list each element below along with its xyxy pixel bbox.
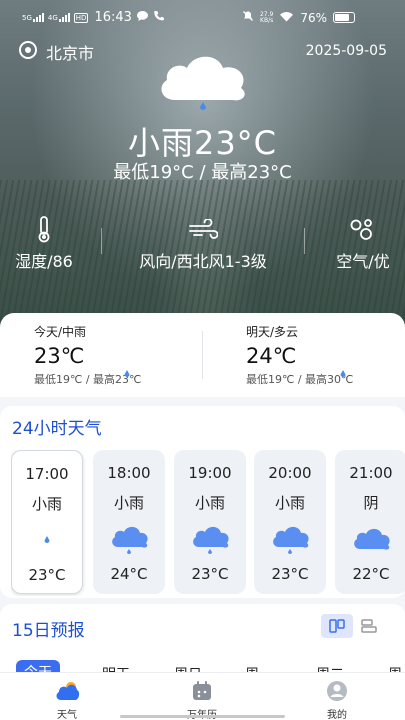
card-divider bbox=[202, 331, 203, 379]
calendar-icon bbox=[162, 679, 242, 703]
hour-time: 21:00 bbox=[349, 464, 393, 482]
metric-divider bbox=[101, 228, 102, 254]
signal-4g-icon: 4G bbox=[48, 13, 70, 22]
hour-condition: 小雨 bbox=[113, 494, 144, 512]
hour-time: 17:00 bbox=[25, 465, 69, 483]
hourly-list[interactable]: 17:00 小雨 23°C 18:00 小雨 24°C 19:00 小雨 23°… bbox=[11, 450, 405, 596]
wind-metric: 风向/西北风1-3级 bbox=[120, 214, 286, 272]
weather-icon bbox=[27, 679, 107, 703]
cloud-rain-icon bbox=[93, 519, 165, 559]
today-summary[interactable]: 今天/中雨 23℃ 最低19℃ / 最高23℃ bbox=[34, 323, 184, 387]
today-temp: 23℃ bbox=[34, 344, 85, 368]
city-name: 北京市 bbox=[46, 44, 95, 63]
rain-drop-icon bbox=[124, 363, 130, 382]
humidity-label: 湿度/86 bbox=[15, 252, 73, 271]
battery-icon bbox=[333, 12, 355, 23]
speed-unit: KB/s bbox=[260, 16, 274, 24]
hd-badge: HD bbox=[73, 12, 89, 23]
wind-label: 风向/西北风1-3级 bbox=[139, 252, 267, 271]
hour-temp: 23°C bbox=[191, 565, 229, 583]
list-view-button[interactable] bbox=[353, 614, 385, 638]
air-quality-metric: 空气/优 bbox=[326, 214, 400, 272]
wifi-icon bbox=[279, 11, 294, 25]
battery-percent: 76% bbox=[300, 10, 327, 25]
today-label: 今天/中雨 bbox=[34, 325, 87, 339]
hour-card[interactable]: 21:00 阴 22°C bbox=[335, 450, 405, 594]
hour-temp: 23°C bbox=[28, 566, 66, 584]
rain-drop-icon bbox=[12, 520, 82, 560]
hour-card[interactable]: 17:00 小雨 23°C bbox=[11, 450, 83, 594]
bottom-nav: 天气 万年历 我的 bbox=[0, 672, 405, 720]
wind-icon bbox=[120, 214, 286, 244]
location-pin-icon bbox=[18, 40, 38, 64]
nav-label: 天气 bbox=[57, 710, 77, 720]
network-speed: 27.9 KB/s bbox=[260, 11, 274, 24]
today-range: 最低19℃ / 最高23℃ bbox=[34, 373, 142, 386]
cloud-rain-icon bbox=[153, 50, 253, 112]
hour-time: 19:00 bbox=[188, 464, 232, 482]
nav-profile[interactable]: 我的 bbox=[297, 679, 377, 720]
daily-title: 15日预报 bbox=[12, 621, 85, 641]
hour-time: 18:00 bbox=[107, 464, 151, 482]
message-icon bbox=[136, 10, 149, 25]
signal-5g-icon: 5G bbox=[22, 13, 44, 22]
humidity-metric: 湿度/86 bbox=[6, 214, 82, 272]
cloud-icon bbox=[335, 519, 405, 559]
tomorrow-label: 明天/多云 bbox=[246, 325, 299, 339]
hour-time: 20:00 bbox=[268, 464, 312, 482]
hour-temp: 23°C bbox=[271, 565, 309, 583]
cloud-rain-icon bbox=[174, 519, 246, 559]
home-indicator[interactable] bbox=[120, 715, 285, 718]
hourly-forecast-section: 24小时天气 17:00 小雨 23°C 18:00 小雨 24°C 19:00… bbox=[0, 406, 405, 598]
air-quality-icon bbox=[326, 214, 400, 244]
hour-temp: 22°C bbox=[352, 565, 390, 583]
location-selector[interactable]: 北京市 bbox=[18, 40, 94, 64]
tomorrow-summary[interactable]: 明天/多云 24℃ 最低19℃ / 最高30℃ bbox=[246, 323, 396, 387]
hourly-title: 24小时天气 bbox=[12, 419, 102, 439]
net-type-1: 5G bbox=[22, 14, 32, 22]
hour-card[interactable]: 19:00 小雨 23°C bbox=[174, 450, 246, 594]
hour-condition: 小雨 bbox=[274, 494, 305, 512]
air-quality-label: 空气/优 bbox=[336, 252, 390, 271]
cloud-rain-icon bbox=[254, 519, 326, 559]
net-type-2: 4G bbox=[47, 14, 58, 22]
mute-icon bbox=[242, 10, 254, 25]
hour-card[interactable]: 18:00 小雨 24°C bbox=[93, 450, 165, 594]
column-view-button[interactable] bbox=[321, 614, 353, 638]
nav-calendar[interactable]: 万年历 bbox=[162, 679, 242, 720]
profile-icon bbox=[297, 679, 377, 703]
hour-card[interactable]: 20:00 小雨 23°C bbox=[254, 450, 326, 594]
weather-hero: 5G 4G HD 16:43 27.9 KB/s 76% 北京市 2025-09… bbox=[0, 0, 405, 330]
tomorrow-temp: 24℃ bbox=[246, 344, 297, 368]
hour-condition: 阴 bbox=[363, 494, 379, 512]
status-time: 16:43 bbox=[94, 10, 132, 25]
nav-label: 我的 bbox=[327, 710, 347, 720]
hour-condition: 小雨 bbox=[31, 495, 62, 513]
today-tomorrow-card: 今天/中雨 23℃ 最低19℃ / 最高23℃ 明天/多云 24℃ 最低19℃ … bbox=[0, 313, 405, 397]
hour-temp: 24°C bbox=[110, 565, 148, 583]
current-temp-range: 最低19°C / 最高23°C bbox=[113, 162, 292, 183]
hour-condition: 小雨 bbox=[194, 494, 225, 512]
metric-divider bbox=[304, 228, 305, 254]
view-toggle[interactable] bbox=[321, 614, 385, 638]
thermometer-icon bbox=[6, 214, 82, 244]
tomorrow-range: 最低19℃ / 最高30℃ bbox=[246, 373, 354, 386]
phone-icon bbox=[153, 10, 165, 25]
nav-weather[interactable]: 天气 bbox=[27, 679, 107, 720]
status-bar: 5G 4G HD 16:43 27.9 KB/s 76% bbox=[0, 0, 405, 36]
current-date: 2025-09-05 bbox=[305, 43, 387, 59]
rain-drop-icon bbox=[340, 363, 346, 382]
